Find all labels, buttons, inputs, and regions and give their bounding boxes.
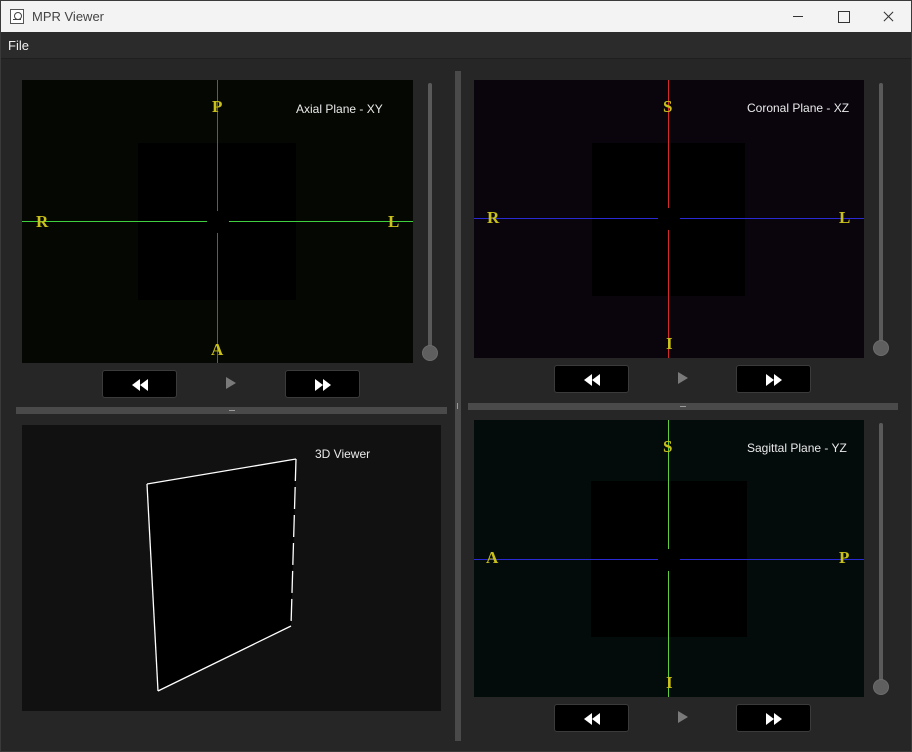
axial-slice-slider-track[interactable]: [428, 83, 432, 351]
title-bar: MPR Viewer: [1, 1, 911, 32]
coronal-fast-forward-button[interactable]: [736, 365, 811, 393]
minimize-icon[interactable]: [775, 1, 821, 32]
sagittal-orientation-left: A: [486, 548, 499, 567]
volume-outline: [146, 458, 297, 692]
coronal-orientation-right: L: [839, 208, 851, 227]
coronal-orientation-bottom: I: [666, 334, 673, 353]
sagittal-play-icon[interactable]: [678, 711, 688, 723]
axial-orientation-bottom: A: [211, 340, 224, 359]
rewind-icon: [584, 713, 600, 725]
axial-slice-slider-handle[interactable]: [422, 345, 438, 361]
axial-orientation-right: L: [388, 212, 400, 231]
axial-crosshair-center: [207, 211, 229, 233]
sagittal-slice-slider-track[interactable]: [879, 423, 883, 685]
axial-play-icon[interactable]: [226, 377, 236, 389]
sagittal-crosshair-center: [658, 549, 680, 571]
close-icon[interactable]: [865, 1, 911, 32]
sagittal-orientation-bottom: I: [666, 673, 673, 692]
menu-bar: File: [1, 32, 911, 59]
coronal-viewport[interactable]: S I R L Coronal Plane - XZ: [474, 80, 864, 358]
sagittal-rewind-button[interactable]: [554, 704, 629, 732]
window-title: MPR Viewer: [32, 9, 105, 24]
fast-forward-icon: [315, 379, 331, 391]
sagittal-fast-forward-button[interactable]: [736, 704, 811, 732]
fast-forward-icon: [766, 374, 782, 386]
center-splitter[interactable]: [455, 71, 461, 741]
axial-orientation-left: R: [36, 212, 49, 231]
coronal-orientation-top: S: [663, 97, 673, 116]
fast-forward-icon: [766, 713, 782, 725]
rewind-icon: [132, 379, 148, 391]
sagittal-plane-title: Sagittal Plane - YZ: [747, 441, 847, 455]
app-icon: [10, 9, 24, 24]
sagittal-viewport[interactable]: S I A P Sagittal Plane - YZ: [474, 420, 864, 697]
coronal-rewind-button[interactable]: [554, 365, 629, 393]
coronal-slice-slider-handle[interactable]: [873, 340, 889, 356]
coronal-play-icon[interactable]: [678, 372, 688, 384]
sagittal-orientation-top: S: [663, 437, 673, 456]
left-pane-splitter[interactable]: [16, 407, 447, 414]
right-pane-splitter[interactable]: [468, 403, 898, 410]
axial-viewport[interactable]: P A R L Axial Plane - XY: [22, 80, 413, 363]
axial-plane-title: Axial Plane - XY: [296, 102, 383, 116]
axial-rewind-button[interactable]: [102, 370, 177, 398]
viewer-3d-viewport[interactable]: 3D Viewer: [22, 425, 441, 711]
axial-fast-forward-button[interactable]: [285, 370, 360, 398]
sagittal-orientation-right: P: [839, 548, 850, 567]
coronal-plane-title: Coronal Plane - XZ: [747, 101, 850, 115]
viewer-3d-title: 3D Viewer: [315, 447, 371, 461]
maximize-icon[interactable]: [820, 1, 866, 32]
axial-orientation-top: P: [212, 97, 223, 116]
rewind-icon: [584, 374, 600, 386]
coronal-orientation-left: R: [487, 208, 500, 227]
sagittal-slice-slider-handle[interactable]: [873, 679, 889, 695]
coronal-crosshair-center: [658, 208, 680, 230]
menu-item-file[interactable]: File: [8, 38, 29, 53]
coronal-slice-slider-track[interactable]: [879, 83, 883, 345]
mpr-viewer-window: MPR Viewer File P A R L Axial Plane - XY: [0, 0, 912, 752]
